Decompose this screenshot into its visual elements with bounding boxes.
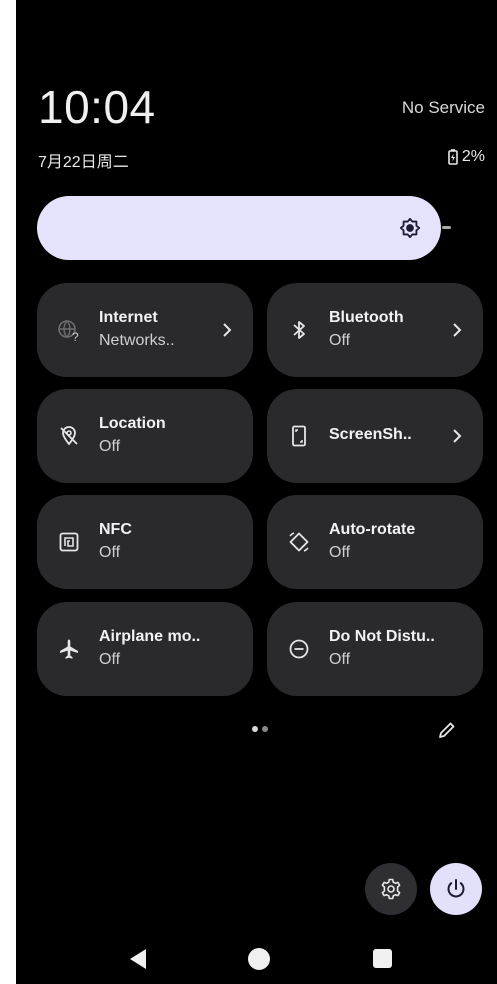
- rotate-icon: [287, 530, 311, 554]
- power-button[interactable]: [430, 863, 482, 915]
- location-state: Off: [99, 438, 121, 455]
- pencil-icon[interactable]: [437, 720, 457, 740]
- brightness-icon: [399, 217, 421, 244]
- page-dot: [262, 726, 268, 732]
- screenshot-icon: [287, 424, 311, 448]
- wifi-unknown-icon: ?: [57, 318, 81, 344]
- bluetooth-label: Bluetooth: [329, 309, 404, 326]
- page-dot-active: [252, 726, 258, 732]
- screenshot-tile[interactable]: ScreenSh..: [267, 389, 483, 483]
- date: 7月22日周二: [38, 154, 129, 171]
- autorotate-state: Off: [329, 544, 351, 561]
- dnd-state: Off: [329, 651, 351, 668]
- gear-icon: [381, 878, 401, 900]
- location-label: Location: [99, 415, 166, 432]
- battery-status: 2%: [448, 148, 485, 166]
- home-icon[interactable]: [248, 948, 270, 970]
- power-icon: [447, 879, 465, 898]
- recents-icon[interactable]: [373, 949, 392, 968]
- quick-settings-screen: 10:04 No Service 7月22日周二 2% ? Internet N…: [16, 0, 497, 984]
- internet-state: Networks..: [99, 332, 175, 349]
- battery-charging-icon: [448, 149, 458, 165]
- bluetooth-tile[interactable]: Bluetooth Off: [267, 283, 483, 377]
- location-off-icon: [57, 424, 81, 448]
- airplane-tile[interactable]: Airplane mo.. Off: [37, 602, 253, 696]
- brightness-track[interactable]: [442, 226, 451, 229]
- autorotate-label: Auto-rotate: [329, 521, 416, 538]
- screenshot-label: ScreenSh..: [329, 426, 412, 443]
- page-indicator: [252, 726, 268, 732]
- battery-percent: 2%: [461, 148, 485, 165]
- chevron-right-icon[interactable]: [219, 321, 235, 339]
- internet-tile[interactable]: ? Internet Networks..: [37, 283, 253, 377]
- brightness-slider[interactable]: [37, 196, 441, 260]
- dnd-label: Do Not Distu..: [329, 628, 435, 645]
- nfc-state: Off: [99, 544, 121, 561]
- nfc-label: NFC: [99, 521, 132, 538]
- clock: 10:04: [38, 81, 156, 133]
- carrier-status: No Service: [401, 98, 485, 117]
- bluetooth-icon: [287, 318, 311, 342]
- airplane-state: Off: [99, 651, 121, 668]
- airplane-label: Airplane mo..: [99, 628, 201, 645]
- nfc-tile[interactable]: NFC Off: [37, 495, 253, 589]
- dnd-tile[interactable]: Do Not Distu.. Off: [267, 602, 483, 696]
- bluetooth-state: Off: [329, 332, 351, 349]
- chevron-right-icon[interactable]: [449, 427, 465, 445]
- autorotate-tile[interactable]: Auto-rotate Off: [267, 495, 483, 589]
- nfc-icon: [57, 530, 81, 554]
- do-not-disturb-icon: [287, 637, 311, 661]
- chevron-right-icon[interactable]: [449, 321, 465, 339]
- settings-button[interactable]: [365, 863, 417, 915]
- internet-label: Internet: [99, 309, 158, 326]
- location-tile[interactable]: Location Off: [37, 389, 253, 483]
- svg-text:?: ?: [72, 330, 79, 342]
- airplane-icon: [57, 637, 81, 661]
- back-icon[interactable]: [127, 947, 147, 976]
